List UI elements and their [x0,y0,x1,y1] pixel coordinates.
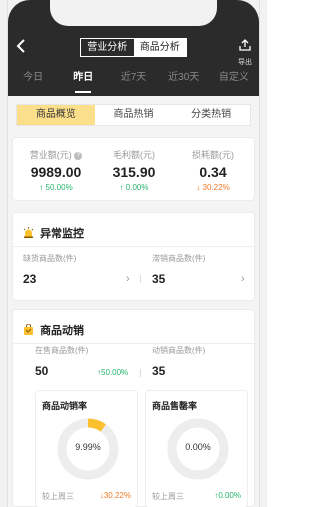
arrow-down-icon: ↓ [196,183,201,192]
sales-label: 动销商品数(件) [152,346,206,355]
divider [140,275,141,283]
sales-value: 50 [35,364,49,378]
rate-delta: 0.00% [218,491,241,500]
sales-delta: 50.00% [101,368,129,377]
arrow-up-icon: ↑ [39,183,44,192]
phone-frame-left [0,0,8,507]
chevron-right-icon[interactable]: › [126,273,130,285]
tab-yesterday[interactable]: 昨日 [58,70,108,93]
monitor-out-of-stock[interactable]: 缺货商品数(件) 23 [23,253,133,286]
exception-monitor-card: 异常监控 缺货商品数(件) 23 › 滞销商品数(件) 35 › [12,212,256,301]
segment-product-analysis[interactable]: 商品分析 [133,39,186,56]
stat-label: 营业额(元) [29,150,72,160]
segment-business-analysis[interactable]: 营业分析 [81,39,134,56]
app-screen: 营业分析 商品分析 导出 今日 昨日 近7天 近30天 自定义 商品概览 商品热… [8,0,259,507]
subcard-title: 商品售罄率 [152,401,198,411]
tab-last-7-days[interactable]: 近7天 [108,70,158,90]
export-icon [239,39,251,51]
stat-loss: 损耗额(元) 0.34 ↓ 30.22% [173,148,253,192]
export-label: 导出 [238,59,252,66]
stat-value: 0.34 [199,164,227,180]
stat-delta: 0.00% [125,183,149,192]
donut-value: 9.99% [75,442,101,452]
tab-today[interactable]: 今日 [8,70,58,90]
alarm-light-icon [23,227,34,238]
compare-label: 较上周三 [152,492,184,501]
sales-value: 35 [152,364,166,378]
stat-label: 损耗额(元) [192,150,234,160]
sold-out-rate-card[interactable]: 商品售罄率 0.00% 较上周三 ↑0.00% [145,390,248,507]
stat-delta: 30.22% [202,183,230,192]
phone-notch [50,0,217,26]
tab-custom[interactable]: 自定义 [209,70,259,90]
divider [13,246,256,247]
category-tabs: 商品概览 商品热销 分类热销 [16,104,251,126]
product-sales-card: 商品动销 在售商品数(件) 50 ↑50.00% 动销商品数(件) 35 商品动… [12,309,256,507]
chevron-right-icon[interactable]: › [241,273,245,285]
rate-delta: 30.22% [103,491,131,500]
shopping-bag-icon [24,324,33,335]
analysis-segment-control: 营业分析 商品分析 [80,38,187,57]
tab-product-hot-sales[interactable]: 商品热销 [95,105,173,125]
back-button[interactable] [14,38,28,54]
divider [140,369,141,377]
stat-delta: 50.00% [45,183,73,192]
arrow-up-icon: ↑ [119,183,124,192]
stat-label: 毛利额(元) [113,150,155,160]
compare-label: 较上周三 [42,492,74,501]
sales-moving: 动销商品数(件) 35 [152,345,205,378]
info-icon[interactable]: ? [74,152,83,160]
stat-value: 315.90 [112,164,156,180]
sales-on-sale: 在售商品数(件) 50 [35,345,88,378]
monitor-value: 23 [23,272,37,286]
stat-revenue: 营业额(元) ? 9989.00 ↑ 50.00% [16,148,96,192]
date-range-tabs: 今日 昨日 近7天 近30天 自定义 [8,70,259,93]
sell-through-rate-card[interactable]: 商品动销率 9.99% 较上周三 ↓30.22% [35,390,138,507]
stat-value: 9989.00 [30,164,82,180]
stat-gross-profit: 毛利额(元) 315.90 ↑ 0.00% [94,148,174,192]
tab-last-30-days[interactable]: 近30天 [159,70,209,90]
tab-category-hot-sales[interactable]: 分类热销 [172,105,250,125]
monitor-label: 滞销商品数(件) [152,254,206,263]
section-title: 商品动销 [40,325,85,337]
divider [13,343,256,344]
export-button[interactable]: 导出 [236,38,254,67]
sales-label: 在售商品数(件) [35,346,89,355]
monitor-label: 缺货商品数(件) [23,254,77,263]
subcard-title: 商品动销率 [42,401,88,411]
tab-product-overview[interactable]: 商品概览 [17,105,95,125]
phone-frame-right [259,0,267,507]
chevron-left-icon [16,39,25,53]
stats-card: 营业额(元) ? 9989.00 ↑ 50.00% 毛利额(元) 315.90 … [12,137,255,201]
donut-value: 0.00% [185,442,211,452]
section-title: 异常监控 [40,228,85,240]
